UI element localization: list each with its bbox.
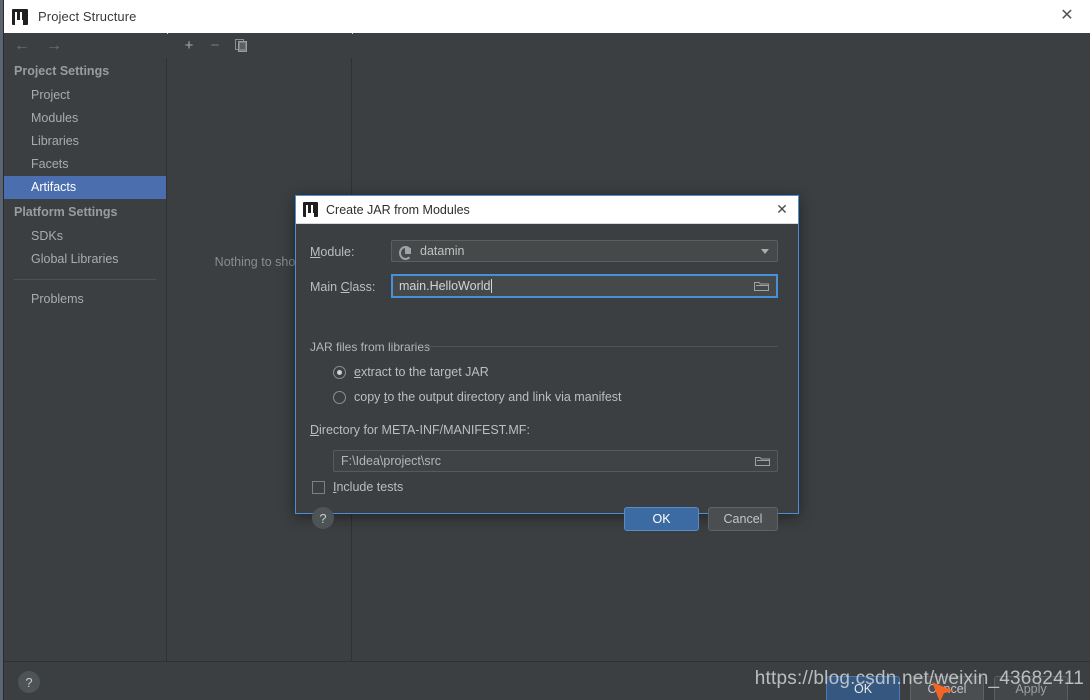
manifest-directory-label: Directory for META-INF/MANIFEST.MF: (310, 423, 530, 437)
manifest-directory-input[interactable]: F:\Idea\project\src (333, 450, 778, 472)
main-class-value: main.HelloWorld (399, 279, 491, 293)
dialog-ok-button[interactable]: OK (624, 507, 699, 531)
dialog-close-button[interactable]: ✕ (772, 199, 792, 219)
dialog-title: Create JAR from Modules (326, 202, 470, 217)
sidebar-divider (14, 279, 156, 280)
module-combobox[interactable]: datamin (391, 240, 778, 262)
window-titlebar: Project Structure ✕ (4, 0, 1090, 34)
radio-button-icon[interactable] (333, 365, 346, 379)
chevron-down-icon[interactable] (761, 248, 769, 254)
artifacts-toolbar: + − (168, 33, 352, 58)
project-structure-window: Project Structure ✕ ← → Project Settings… (4, 0, 1090, 700)
sidebar-item-facets[interactable]: Facets (4, 153, 166, 176)
settings-sidebar: Project Settings Project Modules Librari… (4, 58, 167, 661)
dialog-titlebar: Create JAR from Modules ✕ (296, 196, 798, 224)
main-class-label: Main Class: (310, 280, 376, 294)
sidebar-item-modules[interactable]: Modules (4, 107, 166, 130)
dialog-help-button[interactable]: ? (312, 507, 334, 529)
main-class-browse-folder-icon[interactable] (754, 280, 769, 292)
sidebar-group-project-settings: Project Settings (14, 64, 110, 78)
back-arrow-icon[interactable]: ← (14, 37, 30, 54)
jar-files-group-label: JAR files from libraries (310, 340, 431, 354)
add-artifact-button[interactable]: + (178, 36, 200, 56)
manifest-browse-folder-icon[interactable] (755, 455, 770, 467)
text-caret (491, 279, 493, 293)
forward-arrow-icon[interactable]: → (46, 37, 62, 54)
radio-copy-label: copy to the output directory and link vi… (354, 390, 622, 404)
main-class-input[interactable]: main.HelloWorld (391, 274, 778, 298)
window-title: Project Structure (38, 9, 137, 24)
module-value: datamin (420, 244, 465, 258)
empty-state-text: Nothing to show (214, 255, 305, 269)
window-close-button[interactable]: ✕ (1044, 0, 1090, 32)
sidebar-item-global-libraries[interactable]: Global Libraries (4, 248, 166, 271)
radio-extract-to-target-jar[interactable]: extract to the target JAR (333, 365, 489, 379)
sidebar-item-project[interactable]: Project (4, 84, 166, 107)
sidebar-item-libraries[interactable]: Libraries (4, 130, 166, 153)
dialog-body: Module: datamin Main Class: main.HelloWo… (296, 224, 798, 531)
dialog-cancel-button[interactable]: Cancel (708, 507, 778, 531)
module-label: Module: (310, 245, 355, 259)
create-jar-dialog: Create JAR from Modules ✕ Module: datami… (295, 195, 799, 531)
include-tests-label: Include tests (333, 480, 404, 494)
group-separator (423, 346, 778, 347)
include-tests-checkbox-row[interactable]: Include tests (312, 480, 403, 494)
copy-artifact-icon[interactable] (230, 36, 252, 56)
sidebar-item-sdks[interactable]: SDKs (4, 225, 166, 248)
navigation-bar: ← → (4, 33, 167, 58)
radio-button-icon[interactable] (333, 390, 346, 404)
app-root: Project Structure ✕ ← → Project Settings… (0, 0, 1090, 700)
manifest-directory-value: F:\Idea\project\src (341, 454, 442, 468)
sidebar-item-artifacts[interactable]: Artifacts (4, 176, 166, 199)
radio-copy-to-output-directory[interactable]: copy to the output directory and link vi… (333, 390, 622, 404)
watermark-text: https://blog.csdn.net/weixin_43682411 (754, 668, 1084, 689)
include-tests-checkbox[interactable] (312, 480, 325, 494)
dialog-intellij-logo-icon (303, 202, 318, 217)
help-button[interactable]: ? (18, 671, 40, 693)
intellij-idea-logo-icon (12, 8, 28, 25)
sidebar-item-problems[interactable]: Problems (4, 288, 166, 311)
sidebar-group-platform-settings: Platform Settings (14, 205, 118, 219)
remove-artifact-button[interactable]: − (204, 36, 226, 56)
radio-extract-label: extract to the target JAR (354, 365, 489, 379)
module-icon (399, 245, 412, 260)
